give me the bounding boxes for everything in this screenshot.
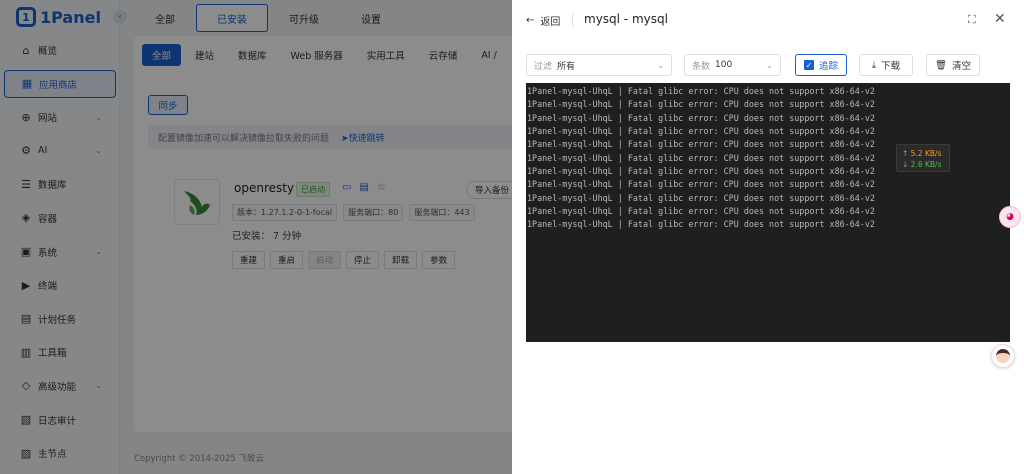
close-icon[interactable]: ✕ <box>994 11 1006 27</box>
modal-overlay[interactable] <box>0 0 512 474</box>
download-icon: ⤓ <box>871 59 877 71</box>
log-terminal[interactable]: 1Panel-mysql-UhqL | Fatal glibc error: C… <box>526 83 1010 342</box>
fullscreen-icon[interactable]: ⛶ <box>968 13 976 27</box>
avatar-float-button[interactable] <box>991 344 1015 368</box>
filter-value: 所有 <box>557 61 576 72</box>
log-line: 1Panel-mysql-UhqL | Fatal glibc error: C… <box>527 219 875 230</box>
download-label: 下载 <box>881 61 901 72</box>
log-line: 1Panel-mysql-UhqL | Fatal glibc error: C… <box>527 179 875 190</box>
avatar <box>996 349 1010 363</box>
log-line: 1Panel-mysql-UhqL | Fatal glibc error: C… <box>527 206 875 217</box>
follow-checkbox[interactable]: ✓ 追踪 <box>795 54 847 76</box>
filter-prefix: 过滤 <box>534 61 553 72</box>
back-button[interactable]: ← 返回 <box>526 13 560 28</box>
log-line: 1Panel-mysql-UhqL | Fatal glibc error: C… <box>527 99 875 110</box>
upload-speed: ↑ 5.2 KB/s <box>902 149 942 158</box>
log-line: 1Panel-mysql-UhqL | Fatal glibc error: C… <box>527 86 875 96</box>
log-line: 1Panel-mysql-UhqL | Fatal glibc error: C… <box>527 126 875 137</box>
count-select[interactable]: 条数 100 ⌄ <box>684 54 781 76</box>
count-value: 100 <box>715 60 733 70</box>
chevron-down-icon: ⌄ <box>766 60 773 70</box>
trash-icon: 🗑 <box>934 59 948 71</box>
download-button[interactable]: ⤓ 下载 <box>859 54 913 76</box>
log-line: 1Panel-mysql-UhqL | Fatal glibc error: C… <box>527 112 875 123</box>
log-drawer: ← 返回 mysql - mysql ⛶ ✕ 过滤 所有 ⌄ 条数 100 ⌄ … <box>512 0 1024 474</box>
follow-label: 追踪 <box>818 61 838 72</box>
clear-label: 清空 <box>952 61 972 72</box>
checkbox-checked-icon: ✓ <box>803 60 814 70</box>
back-label: 返回 <box>540 17 561 28</box>
assistant-float-icon[interactable]: ◕ <box>999 206 1021 228</box>
log-line: 1Panel-mysql-UhqL | Fatal glibc error: C… <box>527 192 875 203</box>
chevron-down-icon: ⌄ <box>657 60 664 70</box>
clear-button[interactable]: 🗑 清空 <box>926 54 980 76</box>
arrow-left-icon: ← <box>526 15 535 26</box>
filter-select[interactable]: 过滤 所有 ⌄ <box>526 54 672 76</box>
header-divider <box>572 13 573 27</box>
drawer-title: mysql - mysql <box>584 12 668 26</box>
download-speed: ↓ 2.6 KB/s <box>902 160 942 169</box>
count-prefix: 条数 <box>692 61 711 72</box>
network-speed-widget: ↑ 5.2 KB/s ↓ 2.6 KB/s <box>896 144 950 172</box>
